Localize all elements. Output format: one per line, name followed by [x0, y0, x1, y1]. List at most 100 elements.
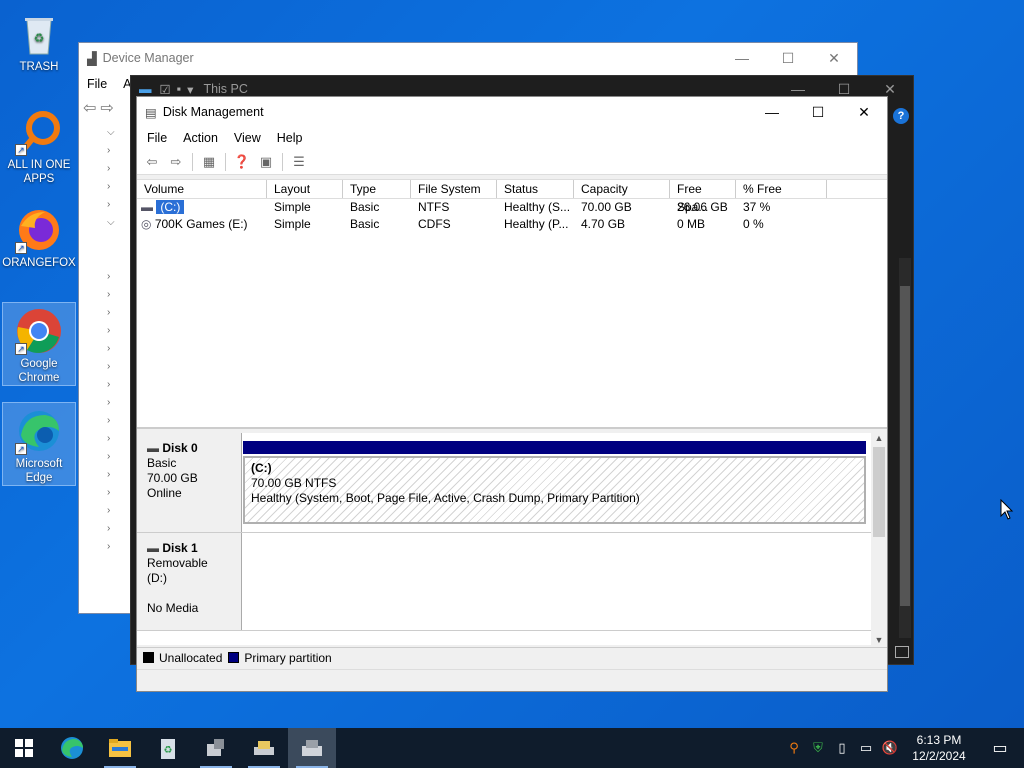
disk-management-window[interactable]: ▤ Disk Management — ☐ ✕ File Action View… — [136, 96, 888, 692]
tree-node[interactable]: › — [79, 505, 135, 523]
taskbar-disk-management[interactable] — [288, 728, 336, 768]
col-layout[interactable]: Layout — [267, 180, 343, 198]
volume-muted-icon[interactable]: 🔇 — [878, 728, 902, 768]
forward-icon[interactable]: ⇨ — [165, 152, 187, 172]
tree-node[interactable]: › — [79, 289, 135, 307]
drive-icon: ▬ — [141, 200, 153, 214]
col-free-space[interactable]: Free Spa... — [670, 180, 736, 214]
volume-list[interactable]: Volume Layout Type File System Status Ca… — [137, 179, 887, 429]
tree-node[interactable]: › — [79, 361, 135, 379]
disk-1-block[interactable]: ▬ Disk 1 Removable (D:) No Media — [137, 533, 871, 631]
taskbar-recycle-tool[interactable]: ♻ — [144, 728, 192, 768]
desktop-icon-google-chrome[interactable]: ↗ Google Chrome — [2, 302, 76, 386]
col-percent-free[interactable]: % Free — [736, 180, 827, 198]
tree-node[interactable] — [79, 253, 135, 271]
tree-node[interactable]: ⌵ — [79, 127, 135, 145]
minimize-button[interactable]: — — [719, 43, 765, 73]
disk-size — [147, 586, 231, 601]
disk-view-scrollbar[interactable]: ▲ ▼ — [871, 433, 887, 645]
tree-node[interactable]: › — [79, 415, 135, 433]
scroll-up-icon[interactable]: ▲ — [871, 433, 887, 443]
volume-row[interactable]: ◎ 700K Games (E:) Simple Basic CDFS Heal… — [137, 216, 887, 233]
partition-body[interactable]: (C:) 70.00 GB NTFS Healthy (System, Boot… — [243, 456, 866, 524]
desktop-icon-microsoft-edge[interactable]: ↗ Microsoft Edge — [2, 402, 76, 486]
back-icon[interactable]: ⇦ — [83, 98, 96, 118]
menu-view[interactable]: View — [226, 131, 269, 145]
list-view-icon[interactable]: ☰ — [288, 152, 310, 172]
desktop-icon-all-in-one-apps[interactable]: ↗ ALL IN ONE APPS — [2, 104, 76, 186]
col-volume[interactable]: Volume — [137, 180, 267, 198]
tree-node[interactable] — [79, 235, 135, 253]
tree-node[interactable]: › — [79, 271, 135, 289]
device-manager-titlebar[interactable]: ▟ Device Manager — ☐ ✕ — [79, 43, 857, 73]
security-shield-icon[interactable]: ⛨ — [806, 728, 830, 768]
volume-list-header: Volume Layout Type File System Status Ca… — [137, 179, 887, 214]
volume-free-space: 26.06 GB — [677, 200, 728, 214]
show-hide-console-icon[interactable]: ▦ — [198, 152, 220, 172]
forward-icon[interactable]: ⇨ — [100, 98, 113, 118]
disk-management-titlebar[interactable]: ▤ Disk Management — ☐ ✕ — [137, 97, 887, 127]
volume-row[interactable]: ▬ (C:) Simple Basic NTFS Healthy (S... 7… — [137, 199, 887, 216]
close-button[interactable]: ✕ — [841, 97, 887, 127]
col-capacity[interactable]: Capacity — [574, 180, 670, 198]
disk-0-info[interactable]: ▬ Disk 0 Basic 70.00 GB Online — [137, 433, 242, 532]
tree-node[interactable]: › — [79, 379, 135, 397]
menu-file[interactable]: File — [139, 131, 175, 145]
volume-percent-free: 37 % — [743, 200, 771, 214]
menu-help[interactable]: Help — [269, 131, 311, 145]
tree-node[interactable]: › — [79, 199, 135, 217]
magnifier-tray-icon[interactable]: ⚲ — [782, 728, 806, 768]
col-file-system[interactable]: File System — [411, 180, 497, 198]
tree-node[interactable]: › — [79, 487, 135, 505]
col-type[interactable]: Type — [343, 180, 411, 198]
tree-node[interactable]: › — [79, 325, 135, 343]
clock[interactable]: 6:13 PM 12/2/2024 — [902, 732, 976, 764]
disk-1-info[interactable]: ▬ Disk 1 Removable (D:) No Media — [137, 533, 242, 630]
tree-node[interactable]: › — [79, 181, 135, 199]
this-pc-statusbar-icon[interactable] — [895, 646, 909, 658]
dropdown-icon[interactable]: ▾ — [187, 82, 193, 97]
taskbar-edge[interactable] — [48, 728, 96, 768]
taskbar-drive[interactable] — [240, 728, 288, 768]
maximize-button[interactable]: ☐ — [765, 43, 811, 73]
scroll-down-icon[interactable]: ▼ — [871, 635, 887, 645]
properties-icon[interactable]: ▣ — [255, 152, 277, 172]
partition-c[interactable]: (C:) 70.00 GB NTFS Healthy (System, Boot… — [243, 441, 866, 525]
tree-node[interactable]: › — [79, 541, 135, 559]
maximize-button[interactable]: ☐ — [795, 97, 841, 127]
edge-icon — [61, 737, 83, 759]
taskbar-device-manager[interactable] — [192, 728, 240, 768]
help-icon[interactable]: ? — [893, 108, 909, 124]
col-status[interactable]: Status — [497, 180, 574, 198]
tree-node[interactable]: › — [79, 163, 135, 181]
device-tree[interactable]: ⌵ › › › › ⌵ › › › › › › › › › › › › › › … — [79, 127, 135, 559]
volume-layout: Simple — [274, 217, 311, 231]
tree-node[interactable]: › — [79, 307, 135, 325]
menu-action[interactable]: Action — [175, 131, 226, 145]
desktop-icon-trash[interactable]: ♻ TRASH — [2, 6, 76, 74]
close-button[interactable]: ✕ — [811, 43, 857, 73]
minimize-button[interactable]: — — [749, 97, 795, 127]
menu-file[interactable]: File — [79, 77, 115, 91]
this-pc-scrollbar[interactable] — [899, 258, 911, 638]
tree-node[interactable]: › — [79, 343, 135, 361]
tree-node[interactable]: ⌵ — [79, 217, 135, 235]
tree-node[interactable]: › — [79, 397, 135, 415]
network-icon[interactable]: ▭ — [854, 728, 878, 768]
tree-node[interactable]: › — [79, 469, 135, 487]
help-icon[interactable]: ❓ — [231, 152, 253, 172]
desktop-icon-orangefox[interactable]: ↗ ORANGEFOX — [2, 202, 76, 270]
disk-0-block[interactable]: ▬ Disk 0 Basic 70.00 GB Online (C:) 70.0… — [137, 433, 871, 533]
tree-node[interactable]: › — [79, 451, 135, 469]
tree-node[interactable]: › — [79, 433, 135, 451]
tree-node[interactable]: › — [79, 523, 135, 541]
tree-node[interactable]: › — [79, 145, 135, 163]
usb-drive-icon[interactable]: ▯ — [830, 728, 854, 768]
back-icon[interactable]: ⇦ — [141, 152, 163, 172]
legend-unallocated: Unallocated — [159, 650, 223, 665]
taskbar-file-explorer[interactable] — [96, 728, 144, 768]
scrollbar-thumb[interactable] — [873, 447, 885, 537]
notification-icon[interactable]: ▭ — [976, 728, 1024, 768]
disk-graphical-view[interactable]: ▬ Disk 0 Basic 70.00 GB Online (C:) 70.0… — [137, 433, 887, 645]
start-button[interactable] — [0, 728, 48, 768]
